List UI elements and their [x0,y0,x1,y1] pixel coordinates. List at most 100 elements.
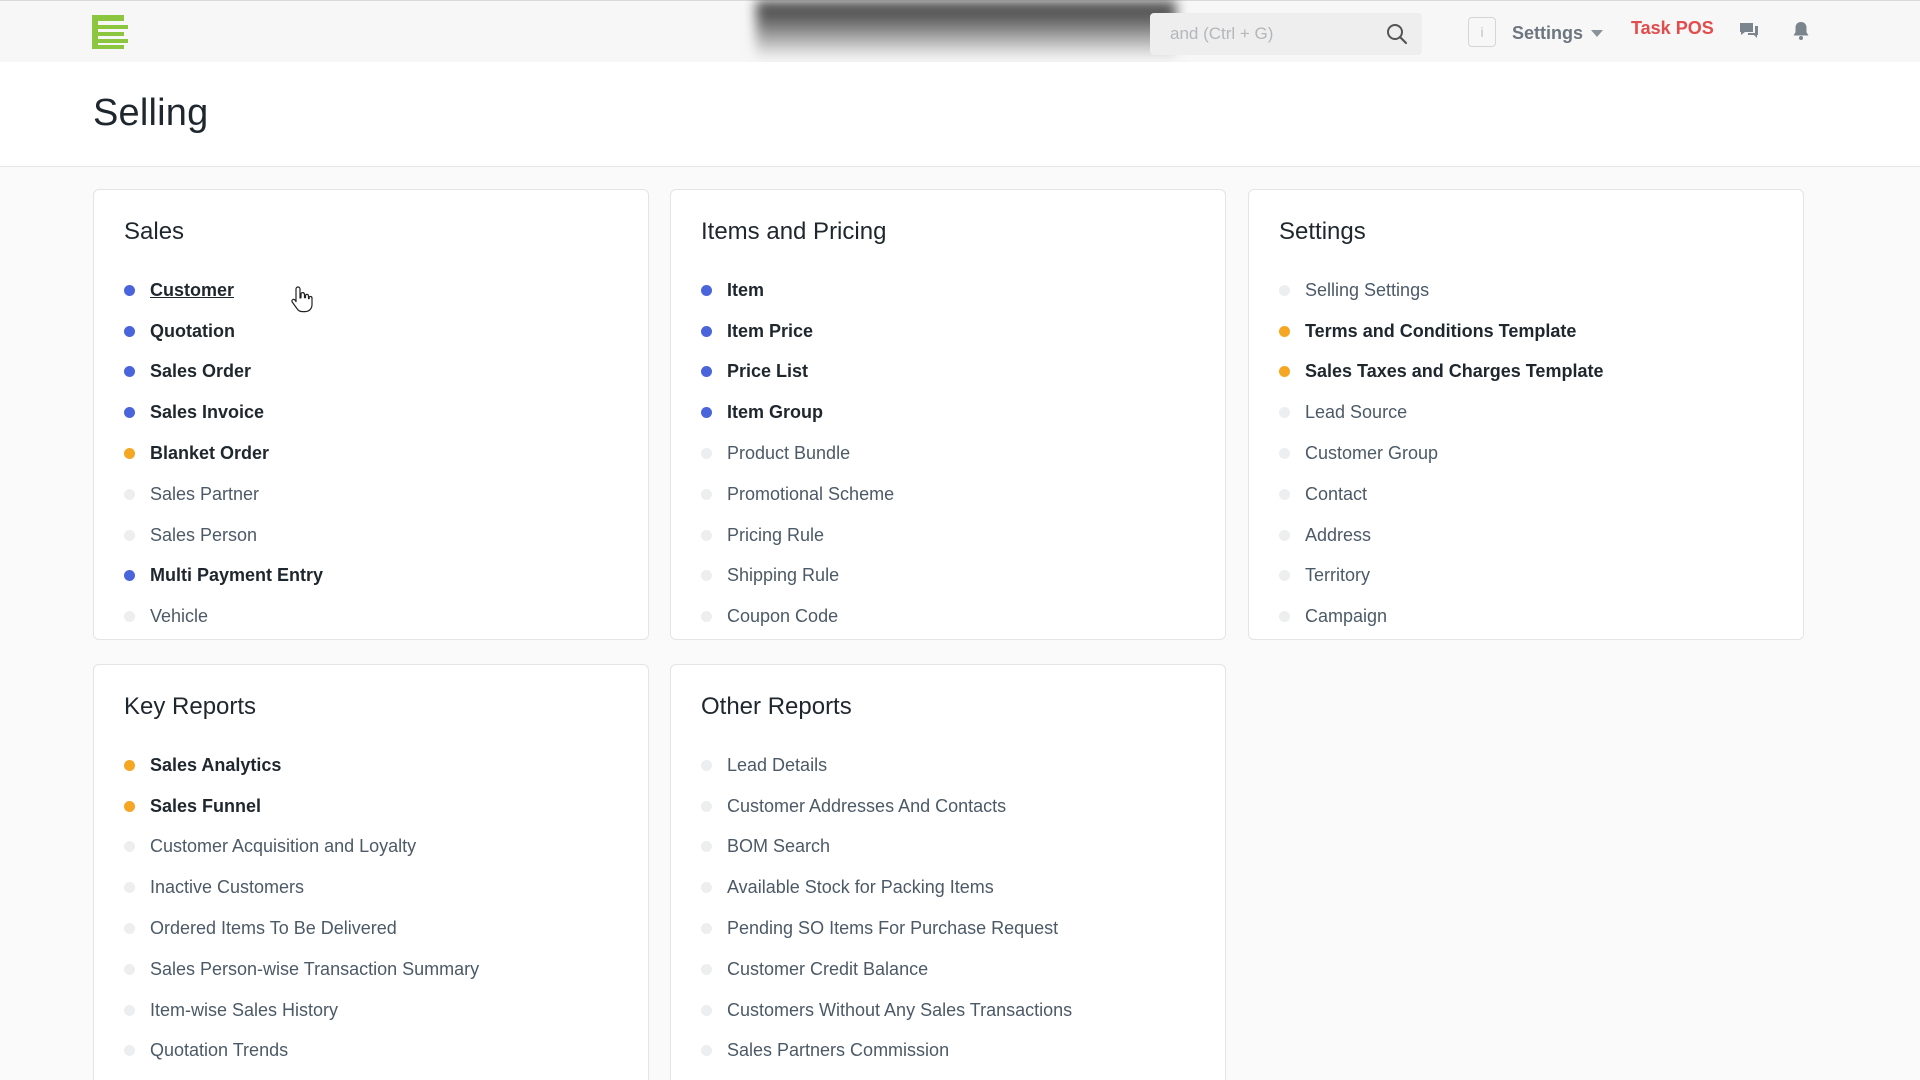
link-item[interactable]: Promotional Scheme [701,474,894,515]
link-item[interactable]: Inactive Customers [124,867,479,908]
link-item[interactable]: Pending SO Items For Purchase Request [701,908,1072,949]
link-label[interactable]: Available Stock for Packing Items [727,877,994,898]
link-item[interactable]: Blanket Order [124,433,323,474]
link-item[interactable]: Address [1279,515,1603,556]
link-item[interactable]: Item Price [701,311,894,352]
search-input[interactable] [1170,24,1390,44]
link-label[interactable]: BOM Search [727,836,830,857]
link-item[interactable]: Customer Addresses And Contacts [701,786,1072,827]
link-label[interactable]: Multi Payment Entry [150,565,323,586]
link-item[interactable]: Product Bundle [701,433,894,474]
chat-icon[interactable] [1737,19,1761,43]
link-label[interactable]: Customer Acquisition and Loyalty [150,836,416,857]
link-item[interactable]: Multi Payment Entry [124,556,323,597]
link-item[interactable]: Sales Partners Commission [701,1031,1072,1072]
link-item[interactable]: Quotation [124,311,323,352]
link-item[interactable]: Contact [1279,474,1603,515]
status-dot-icon [701,407,712,419]
link-label[interactable]: Item Group [727,402,823,423]
link-item[interactable]: BOM Search [701,827,1072,868]
link-item[interactable]: Sales Funnel [124,786,479,827]
app-logo-icon[interactable] [90,13,130,51]
link-label[interactable]: Item Price [727,321,813,342]
link-item[interactable]: Customer Group [1279,433,1603,474]
link-label[interactable]: Item-wise Sales History [150,1000,338,1021]
link-item[interactable]: Item Group [701,392,894,433]
link-item[interactable]: Sales Partner [124,474,323,515]
status-dot-icon [701,529,712,541]
link-item[interactable]: Sales Taxes and Charges Template [1279,352,1603,393]
link-label[interactable]: Sales Invoice [150,402,264,423]
link-label[interactable]: Sales Partner [150,484,259,505]
link-label[interactable]: Sales Person-wise Transaction Summary [150,959,479,980]
link-label[interactable]: Item [727,280,764,301]
link-label[interactable]: Customer Credit Balance [727,959,928,980]
link-item[interactable]: Pricing Rule [701,515,894,556]
link-label[interactable]: Sales Funnel [150,796,261,817]
link-label[interactable]: Sales Taxes and Charges Template [1305,361,1603,382]
link-item[interactable]: Customers Without Any Sales Transactions [701,990,1072,1031]
link-label[interactable]: Customer Addresses And Contacts [727,796,1006,817]
info-button[interactable]: i [1468,17,1496,47]
link-item[interactable]: Price List [701,352,894,393]
notification-bell-icon[interactable] [1789,19,1813,43]
status-dot-icon [1279,611,1290,623]
link-label[interactable]: Pending SO Items For Purchase Request [727,918,1058,939]
link-label[interactable]: Shipping Rule [727,565,839,586]
link-item[interactable]: Sales Person [124,515,323,556]
link-label[interactable]: Vehicle [150,606,208,627]
link-item[interactable]: Sales Order Trends [124,1071,479,1080]
search-icon[interactable] [1386,23,1408,45]
redacted-region [756,1,1176,59]
link-item[interactable]: Sales Analytics [124,745,479,786]
awesome-bar[interactable] [1150,13,1422,55]
task-pos-link[interactable]: Task POS [1631,18,1714,39]
link-label[interactable]: Sales Partners Commission [727,1040,949,1061]
link-item[interactable]: Ordered Items To Be Delivered [124,908,479,949]
link-item[interactable]: Customer Acquisition and Loyalty [124,827,479,868]
link-label[interactable]: Address [1305,525,1371,546]
link-label[interactable]: Promotional Scheme [727,484,894,505]
link-item[interactable]: Vehicle [124,596,323,637]
link-label[interactable]: Terms and Conditions Template [1305,321,1576,342]
link-label[interactable]: Customer [150,280,234,301]
link-item[interactable]: Quotation Trends [124,1031,479,1072]
link-label[interactable]: Sales Person [150,525,257,546]
link-item[interactable]: Coupon Code [701,596,894,637]
link-item[interactable]: Sales Order [124,352,323,393]
link-label[interactable]: Quotation [150,321,235,342]
link-item[interactable]: Item [701,270,894,311]
link-label[interactable]: Quotation Trends [150,1040,288,1061]
link-item[interactable]: Lead Source [1279,392,1603,433]
link-label[interactable]: Territory [1305,565,1370,586]
link-label[interactable]: Customers Without Any Sales Transactions [727,1000,1072,1021]
link-label[interactable]: Blanket Order [150,443,269,464]
link-item[interactable]: Selling Settings [1279,270,1603,311]
link-label[interactable]: Inactive Customers [150,877,304,898]
link-item[interactable]: Lead Details [701,745,1072,786]
link-item[interactable]: Sales Invoice [124,392,323,433]
link-item[interactable]: Territory [1279,556,1603,597]
link-label[interactable]: Lead Details [727,755,827,776]
link-label[interactable]: Price List [727,361,808,382]
link-label[interactable]: Sales Analytics [150,755,281,776]
link-item[interactable]: Customer Credit Balance [701,949,1072,990]
link-item[interactable]: Available Stock for Packing Items [701,867,1072,908]
link-label[interactable]: Campaign [1305,606,1387,627]
link-item[interactable]: Campaign [1279,596,1603,637]
settings-dropdown[interactable]: Settings [1512,21,1604,45]
link-label[interactable]: Customer Group [1305,443,1438,464]
link-label[interactable]: Pricing Rule [727,525,824,546]
link-label[interactable]: Lead Source [1305,402,1407,423]
link-item[interactable]: Sales Person-wise Transaction Summary [124,949,479,990]
link-label[interactable]: Selling Settings [1305,280,1429,301]
link-label[interactable]: Sales Order [150,361,251,382]
link-label[interactable]: Ordered Items To Be Delivered [150,918,397,939]
link-label[interactable]: Contact [1305,484,1367,505]
link-label[interactable]: Coupon Code [727,606,838,627]
link-item[interactable]: Terms and Conditions Template [1279,311,1603,352]
link-label[interactable]: Product Bundle [727,443,850,464]
link-item[interactable]: Item-wise Sales History [124,990,479,1031]
link-item[interactable]: Shipping Rule [701,556,894,597]
status-dot-icon [701,1004,712,1016]
